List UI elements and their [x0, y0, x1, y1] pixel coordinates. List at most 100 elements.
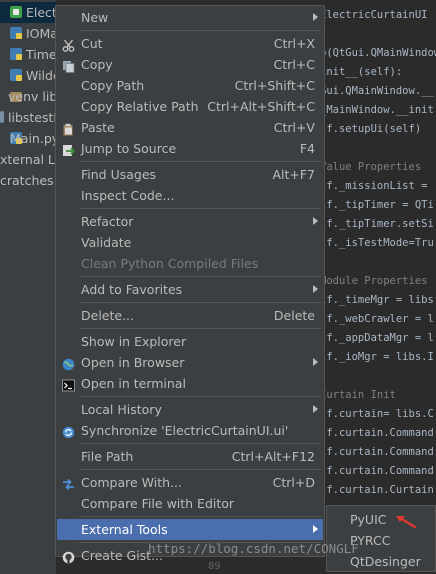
menu-item-label: External Tools: [81, 522, 168, 537]
code-line: lf.curtain.Command: [320, 446, 434, 458]
menu-item-label: Compare With...: [81, 475, 182, 490]
menu-item-shortcut: Ctrl+Shift+C: [234, 78, 315, 93]
menu-file-path[interactable]: File Path Ctrl+Alt+F12: [57, 446, 323, 467]
menu-item-label: Add to Favorites: [81, 282, 183, 297]
menu-separator: [79, 161, 321, 162]
menu-cut[interactable]: Cut Ctrl+X: [57, 33, 323, 54]
menu-copy-path[interactable]: Copy Path Ctrl+Shift+C: [57, 75, 323, 96]
submenu-item-label: QtDesinger: [350, 554, 421, 569]
menu-separator: [79, 30, 321, 31]
menu-item-label: Jump to Source: [81, 141, 177, 156]
menu-inspect-code[interactable]: Inspect Code...: [57, 185, 323, 206]
code-comment-line: Curtain Init: [320, 389, 396, 401]
menu-separator: [79, 328, 321, 329]
code-line: lf._ioMgr = libs.I: [320, 351, 434, 363]
menu-item-label: Copy Relative Path: [81, 99, 199, 114]
code-line: p(QtGui.QMainWindow: [320, 47, 436, 59]
menu-compare-file-with-editor[interactable]: Compare File with Editor: [57, 493, 323, 514]
code-comment-line: Module Properties: [320, 275, 428, 287]
code-line: ElectricCurtainUI: [320, 9, 428, 21]
menu-add-to-favorites[interactable]: Add to Favorites: [57, 279, 323, 300]
code-line: lf.setupUi(self): [320, 123, 422, 135]
code-line: lf.curtain.Command: [320, 427, 434, 439]
menu-item-label: Open in Browser: [81, 355, 185, 370]
menu-item-label: Copy Path: [81, 78, 145, 93]
menu-paste[interactable]: Paste Ctrl+V: [57, 117, 323, 138]
globe-icon: [62, 356, 75, 371]
menu-item-label: Local History: [81, 402, 162, 417]
menu-item-shortcut: Alt+F7: [272, 167, 315, 182]
menu-delete[interactable]: Delete... Delete: [57, 305, 323, 326]
menu-open-in-terminal[interactable]: Open in terminal: [57, 373, 323, 394]
tree-item-label: Main.py: [10, 131, 60, 146]
tree-item-electric[interactable]: Electri: [0, 2, 65, 23]
code-line: lf._missionList =: [320, 180, 428, 192]
submenu-arrow-icon: [313, 405, 318, 413]
menu-external-tools[interactable]: External Tools: [57, 519, 323, 540]
code-line: lf._tipTimer.setSi: [320, 218, 434, 230]
menu-compare-with[interactable]: Compare With... Ctrl+D: [57, 472, 323, 493]
scissors-icon: [62, 37, 75, 52]
menu-open-in-browser[interactable]: Open in Browser: [57, 352, 323, 373]
code-comment-line: Value Properties: [320, 161, 422, 173]
code-line: lf._webCrawler = l: [320, 313, 434, 325]
menu-separator: [79, 302, 321, 303]
submenu-arrow-icon: [313, 13, 318, 21]
menu-new[interactable]: New: [57, 7, 323, 28]
python-file-icon: [10, 69, 22, 81]
menu-clean-python-compiled-files: Clean Python Compiled Files: [57, 253, 323, 274]
menu-item-label: Cut: [81, 36, 103, 51]
menu-item-shortcut: Ctrl+Alt+F12: [231, 449, 315, 464]
tree-item-label: Time: [26, 47, 57, 62]
tree-item-label: libstestF: [8, 110, 61, 125]
menu-item-label: Compare File with Editor: [81, 496, 235, 511]
code-line: lf._appDataMgr = l: [320, 332, 434, 344]
python-file-icon: [10, 27, 22, 39]
jump-to-source-icon: [62, 142, 76, 156]
code-line: lf.curtain= libs.C: [320, 408, 434, 420]
menu-item-shortcut: Delete: [273, 308, 315, 323]
submenu-pyuic[interactable]: PyUIC: [328, 509, 434, 530]
synchronize-icon: [62, 424, 75, 439]
menu-validate[interactable]: Validate: [57, 232, 323, 253]
python-file-icon: [10, 48, 22, 60]
code-editor[interactable]: ElectricCurtainUI p(QtGui.QMainWindow init…: [320, 0, 436, 574]
menu-item-label: Refactor: [81, 214, 134, 229]
menu-jump-to-source[interactable]: Jump to Source F4: [57, 138, 323, 159]
tree-item-label: IOMa: [26, 26, 58, 41]
menu-item-shortcut: F4: [299, 141, 315, 156]
menu-item-shortcut: Ctrl+V: [273, 120, 315, 135]
code-line: lf.curtain.Command: [320, 465, 434, 477]
submenu-item-label: PyUIC: [350, 512, 387, 527]
code-line: init__(self):: [320, 66, 403, 78]
code-line: lf._timeMgr = libs: [320, 294, 434, 306]
watermark: https://blog.csdn.net/CONGLF: [148, 541, 359, 556]
menu-item-label: Open in terminal: [81, 376, 186, 391]
submenu-arrow-icon: [313, 358, 318, 366]
menu-copy-relative-path[interactable]: Copy Relative Path Ctrl+Alt+Shift+C: [57, 96, 323, 117]
menu-separator: [79, 276, 321, 277]
code-line: Gui.QMainWindow.__: [320, 85, 434, 97]
menu-item-label: Inspect Code...: [81, 188, 175, 203]
copy-icon: [62, 58, 75, 73]
context-menu: New Cut Ctrl+X Copy Ctrl+C Copy Path Ctrl+Shif…: [55, 5, 325, 564]
terminal-icon: [62, 377, 75, 392]
menu-copy[interactable]: Copy Ctrl+C: [57, 54, 323, 75]
menu-item-label: Clean Python Compiled Files: [81, 256, 259, 271]
menu-show-in-explorer[interactable]: Show in Explorer: [57, 331, 323, 352]
menu-item-label: Find Usages: [81, 167, 157, 182]
code-line: _MainWindow.__init: [320, 104, 434, 116]
menu-item-label: Copy: [81, 57, 113, 72]
menu-refactor[interactable]: Refactor: [57, 211, 323, 232]
menu-separator: [79, 443, 321, 444]
clipboard-icon: [62, 121, 75, 136]
menu-local-history[interactable]: Local History: [57, 399, 323, 420]
menu-find-usages[interactable]: Find Usages Alt+F7: [57, 164, 323, 185]
menu-item-label: Show in Explorer: [81, 334, 187, 349]
menu-item-label: Validate: [81, 235, 132, 250]
menu-item-label: Synchronize 'ElectricCurtainUI.ui': [81, 423, 289, 438]
submenu-arrow-icon: [313, 217, 318, 225]
menu-synchronize[interactable]: Synchronize 'ElectricCurtainUI.ui': [57, 420, 323, 441]
code-line: lf._isTestMode=Tru: [320, 237, 434, 249]
menu-item-shortcut: Ctrl+D: [272, 475, 315, 490]
